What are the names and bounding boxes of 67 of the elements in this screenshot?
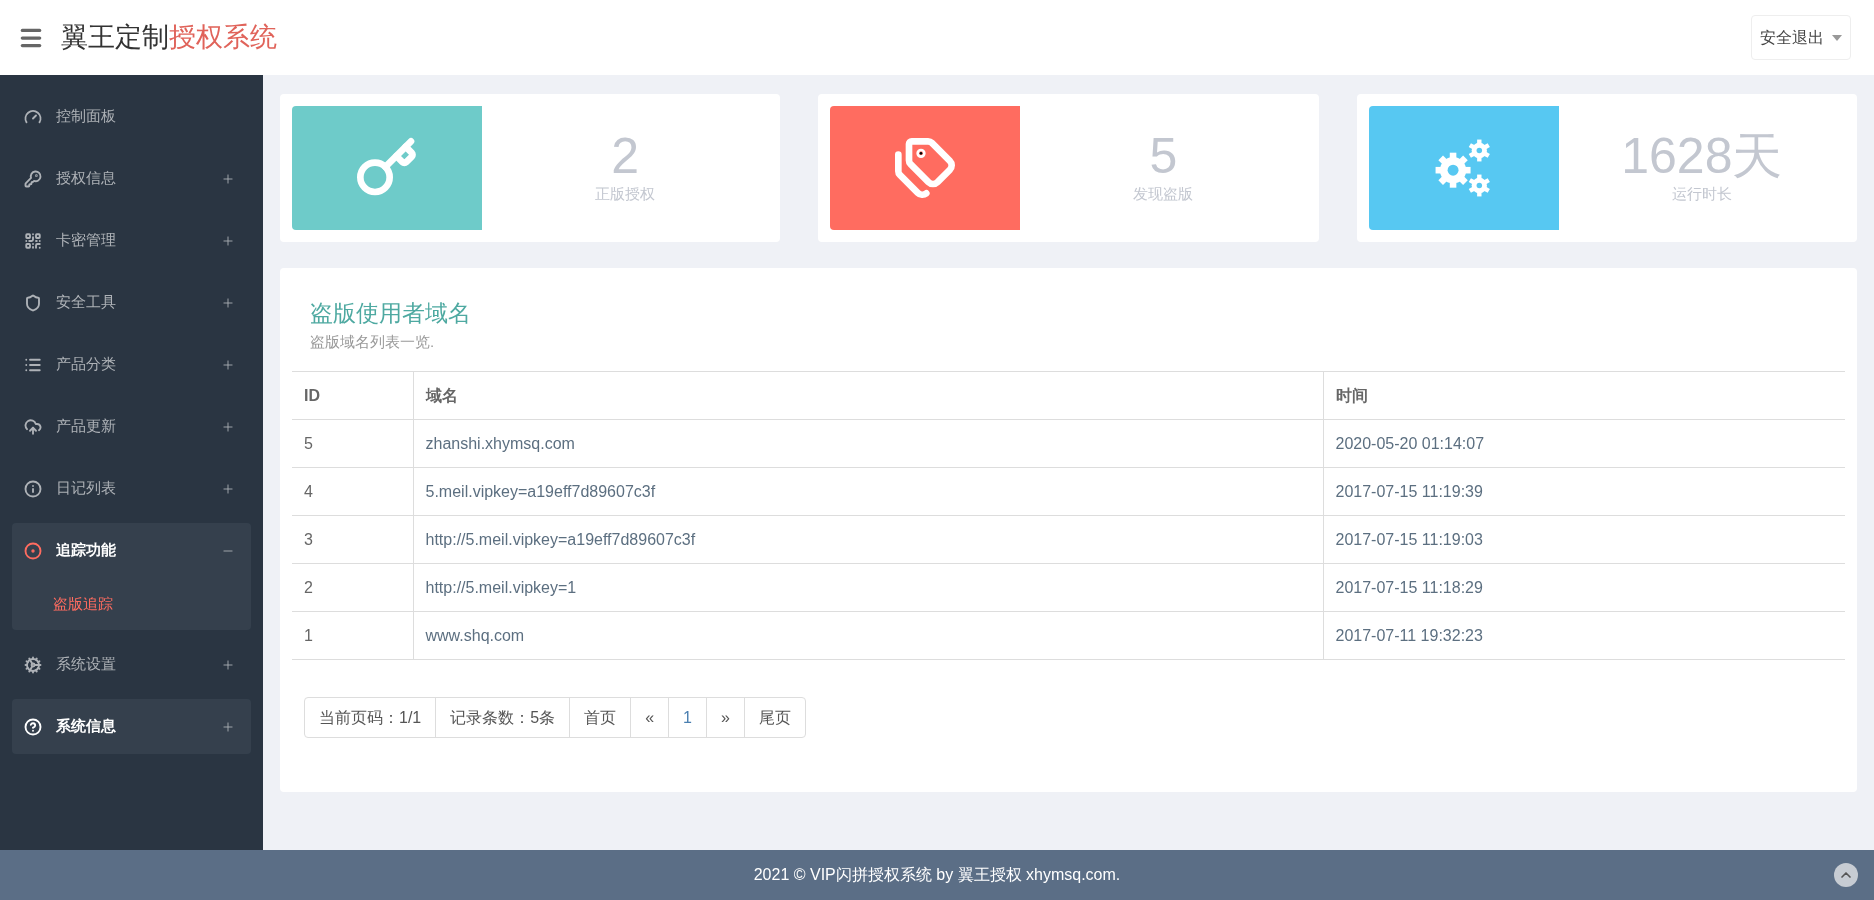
- table-cell: 2: [292, 563, 413, 612]
- pagination-item[interactable]: »: [705, 698, 744, 737]
- app-title: 翼王定制授权系统: [61, 21, 277, 55]
- sidebar-item[interactable]: 安全工具: [12, 275, 251, 330]
- sidebar-item[interactable]: 系统设置: [12, 637, 251, 692]
- table-cell: 2017-07-15 11:19:39: [1323, 467, 1845, 516]
- key-icon: [24, 169, 42, 188]
- pagination-item[interactable]: «: [630, 698, 669, 737]
- info-icon: [24, 479, 42, 498]
- expand-icon[interactable]: [221, 295, 235, 310]
- stat-value: 5: [1149, 130, 1178, 181]
- expand-icon[interactable]: [221, 657, 235, 672]
- sidebar-item[interactable]: 系统信息: [12, 699, 251, 754]
- expand-icon[interactable]: [221, 419, 235, 434]
- sidebar-item[interactable]: 授权信息: [12, 151, 251, 206]
- shield-icon: [24, 293, 42, 312]
- stat-value: 2: [611, 130, 640, 181]
- pagination-item[interactable]: 1: [668, 698, 706, 737]
- gear-icon: [24, 655, 42, 674]
- expand-icon[interactable]: [221, 357, 235, 372]
- cloud-upload-icon: [24, 417, 42, 436]
- footer-text: 2021 © VIP闪拼授权系统 by 翼王授权 xhymsq.com.: [753, 865, 1121, 885]
- pagination-item[interactable]: 当前页码：1/1: [305, 698, 436, 737]
- logout-button[interactable]: 安全退出: [1751, 15, 1851, 60]
- table-cell: zhanshi.xhymsq.com: [413, 419, 1323, 468]
- panel-title: 盗版使用者域名: [310, 299, 472, 328]
- stat-label: 正版授权: [595, 183, 656, 204]
- stat-label: 运行时长: [1671, 183, 1732, 204]
- expand-icon[interactable]: [221, 233, 235, 248]
- table-cell: 2020-05-20 01:14:07: [1323, 419, 1845, 468]
- tags-icon: [893, 136, 958, 200]
- caret-icon: [1832, 34, 1842, 41]
- pagination-item[interactable]: 记录条数：5条: [435, 698, 570, 737]
- expand-icon[interactable]: [221, 171, 235, 186]
- sidebar-item[interactable]: 卡密管理: [12, 213, 251, 268]
- gauge-icon: [24, 107, 42, 126]
- scroll-top-button[interactable]: [1834, 863, 1858, 887]
- table-cell: 5.meil.vipkey=a19eff7d89607c3f: [413, 467, 1323, 516]
- stat-label: 发现盗版: [1133, 183, 1194, 204]
- column-header: 时间: [1323, 371, 1845, 420]
- table-cell: http://5.meil.vipkey=a19eff7d89607c3f: [413, 515, 1323, 564]
- expand-icon[interactable]: [221, 481, 235, 496]
- expand-icon[interactable]: [221, 719, 235, 734]
- sidebar-item[interactable]: 追踪功能: [12, 523, 251, 578]
- table-cell: 2017-07-15 11:18:29: [1323, 563, 1845, 612]
- table-cell: 2017-07-15 11:19:03: [1323, 515, 1845, 564]
- pagination-item[interactable]: 首页: [569, 698, 631, 737]
- column-header: 域名: [413, 371, 1323, 420]
- table-cell: 3: [292, 515, 413, 564]
- stat-value: 1628天: [1621, 130, 1783, 181]
- table-cell: http://5.meil.vipkey=1: [413, 563, 1323, 612]
- sidebar-item[interactable]: 产品更新: [12, 399, 251, 454]
- pagination-item[interactable]: 尾页: [743, 698, 805, 737]
- sidebar-item[interactable]: 产品分类: [12, 337, 251, 392]
- panel-subtitle: 盗版域名列表一览.: [310, 331, 436, 352]
- target-icon: [24, 541, 42, 560]
- table-cell: www.shq.com: [413, 611, 1323, 660]
- table-cell: 5: [292, 419, 413, 468]
- column-header: ID: [292, 371, 413, 420]
- sidebar-item[interactable]: 日记列表: [12, 461, 251, 516]
- sidebar-subitem[interactable]: 盗版追踪: [12, 578, 251, 630]
- table-cell: 4: [292, 467, 413, 516]
- qr-code-icon: [24, 231, 42, 250]
- help-icon: [24, 717, 42, 736]
- table-cell: 1: [292, 611, 413, 660]
- table-cell: 2017-07-11 19:32:23: [1323, 611, 1845, 660]
- sidebar-item[interactable]: 控制面板: [12, 89, 251, 144]
